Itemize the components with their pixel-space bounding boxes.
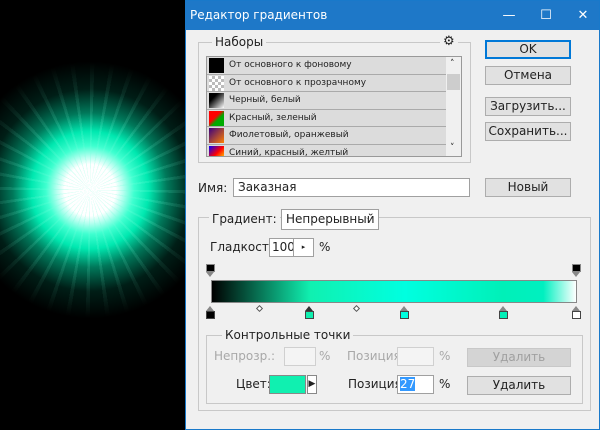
smoothness-input[interactable]: 100 <box>269 238 295 257</box>
name-input[interactable]: Заказная <box>233 178 470 197</box>
preset-item[interactable]: Красный, зеленый <box>207 109 447 127</box>
color-stop[interactable] <box>304 306 314 319</box>
opacity-stop[interactable] <box>206 264 215 277</box>
gradient-type-value: Непрерывный <box>286 212 375 226</box>
gradient-type-label: Градиент: <box>209 212 280 226</box>
preset-swatch <box>209 75 224 91</box>
preset-label: От основного к фоновому <box>229 60 352 70</box>
scroll-thumb[interactable] <box>447 74 460 90</box>
delete-color-button[interactable]: Удалить <box>467 376 571 395</box>
preset-item[interactable]: Черный, белый <box>207 92 447 110</box>
opacity-percent: % <box>319 349 331 363</box>
scroll-down-icon[interactable]: ˅ <box>450 143 455 153</box>
smoothness-arrow[interactable]: ▸ <box>293 238 314 257</box>
gradient-type-select[interactable]: Непрерывный ⌵ <box>281 209 379 230</box>
ok-button[interactable]: OK <box>485 40 571 59</box>
color-label: Цвет: <box>236 377 271 391</box>
color-stop[interactable] <box>206 306 215 319</box>
gradient-bar[interactable] <box>211 280 577 303</box>
color-stop[interactable] <box>399 306 409 319</box>
name-label: Имя: <box>198 181 228 195</box>
preset-swatch <box>209 128 224 143</box>
opacity-input[interactable] <box>284 347 316 366</box>
preset-swatch <box>209 145 224 156</box>
preset-swatch <box>209 58 224 73</box>
new-button[interactable]: Новый <box>485 178 571 197</box>
position-value: 27 <box>400 377 416 391</box>
chevron-down-icon: ⌵ <box>366 214 373 224</box>
preset-label: Красный, зеленый <box>229 112 317 123</box>
opacity-label: Непрозр.: <box>214 349 276 363</box>
glow-rays <box>0 60 186 320</box>
close-button[interactable]: ✕ <box>565 1 600 30</box>
preset-swatch <box>209 110 224 126</box>
preset-label: Фиолетовый, оранжевый <box>229 130 349 140</box>
load-button[interactable]: Загрузить... <box>485 97 571 116</box>
gear-icon[interactable]: ⚙ <box>440 34 458 49</box>
cancel-button[interactable]: Отмена <box>485 66 571 85</box>
gradient-editor-dialog: Редактор градиентов — ☐ ✕ Наборы ⚙ От ос… <box>185 0 600 430</box>
delete-opacity-button[interactable]: Удалить <box>467 348 571 367</box>
presets-list: От основного к фоновому От основного к пр… <box>206 56 462 157</box>
color-menu-arrow-icon[interactable]: ▶ <box>307 375 317 394</box>
title-bar: Редактор градиентов — ☐ ✕ <box>186 1 599 30</box>
window-title: Редактор градиентов <box>190 8 328 22</box>
image-canvas <box>0 0 186 430</box>
color-swatch[interactable] <box>269 375 306 394</box>
position-percent: % <box>439 377 451 391</box>
control-points-label: Контрольные точки <box>222 328 354 342</box>
presets-label: Наборы <box>212 35 267 49</box>
scrollbar[interactable]: ˄ ˅ <box>446 57 461 156</box>
preset-swatch <box>209 93 224 108</box>
preset-item[interactable]: От основного к фоновому <box>207 57 447 75</box>
color-stop[interactable] <box>498 306 508 319</box>
scroll-up-icon[interactable]: ˄ <box>450 59 455 69</box>
preset-label: Синий, красный, желтый <box>229 147 349 157</box>
save-button[interactable]: Сохранить... <box>485 122 571 141</box>
position-input[interactable]: 27 <box>397 375 434 394</box>
opacity-position-input[interactable] <box>397 347 434 366</box>
preset-label: От основного к прозрачному <box>229 77 367 88</box>
preset-item[interactable]: Синий, красный, желтый <box>207 144 447 157</box>
color-stop[interactable] <box>572 306 581 319</box>
smoothness-percent: % <box>319 240 331 254</box>
maximize-button[interactable]: ☐ <box>528 1 564 30</box>
opacity-position-percent: % <box>439 349 451 363</box>
preset-item[interactable]: Фиолетовый, оранжевый <box>207 127 447 145</box>
minimize-button[interactable]: — <box>491 1 527 30</box>
opacity-stop[interactable] <box>572 264 581 277</box>
preset-item[interactable]: От основного к прозрачному <box>207 74 447 92</box>
preset-label: Черный, белый <box>229 95 301 105</box>
